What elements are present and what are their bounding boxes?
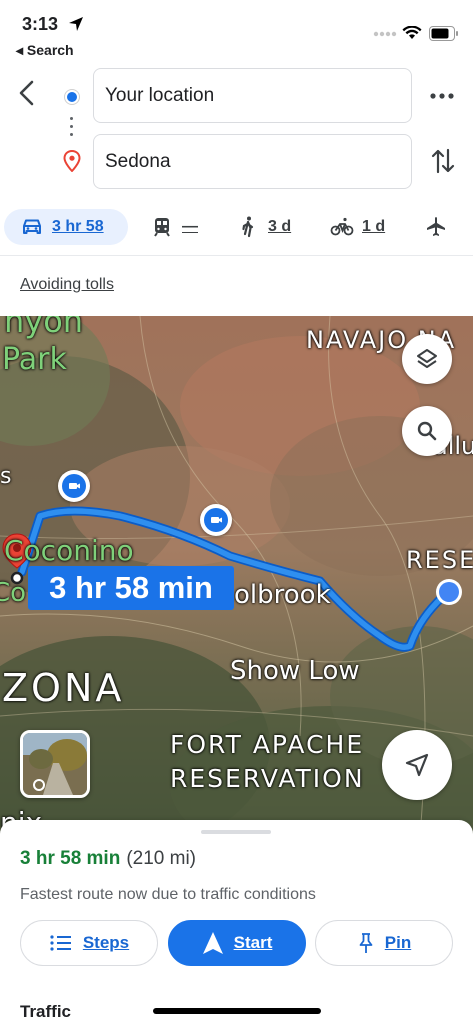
tab-walk-label: 3 d xyxy=(268,218,292,235)
navigation-arrow-icon xyxy=(202,932,223,954)
search-button[interactable] xyxy=(402,406,452,456)
tab-flight[interactable] xyxy=(424,209,448,245)
speed-camera-badge-1[interactable] xyxy=(58,470,90,502)
location-arrow-icon xyxy=(69,17,83,31)
destination-field[interactable]: Sedona xyxy=(93,134,412,189)
map-label-fort-apache: FORT APACHE xyxy=(170,730,365,759)
layers-button[interactable] xyxy=(402,334,452,384)
origin-field[interactable]: Your location xyxy=(93,68,412,123)
back-arrow-icon[interactable] xyxy=(14,78,42,108)
street-view-image xyxy=(23,733,87,795)
route-summary-sheet: 3 hr 58 min (210 mi) Fastest route now du… xyxy=(0,820,473,1024)
back-to-search-link[interactable]: ◂ Search xyxy=(16,42,74,59)
map-label-zona: ZONA xyxy=(2,666,125,710)
route-summary: 3 hr 58 min (210 mi) xyxy=(20,848,196,870)
tab-transit-label: — xyxy=(182,218,198,235)
camera-icon xyxy=(211,517,222,523)
map-label-show-low: Show Low xyxy=(230,656,360,686)
train-icon xyxy=(154,218,170,237)
navigation-button[interactable] xyxy=(382,730,452,800)
pin-button[interactable]: Pin xyxy=(315,920,453,966)
start-button-label: Start xyxy=(233,933,273,952)
tab-transit[interactable]: — xyxy=(150,209,198,245)
status-time: 3:13 xyxy=(22,14,59,34)
map-label-s: s xyxy=(0,464,12,489)
signal-dots-icon xyxy=(373,31,397,37)
traffic-section-title: Traffic xyxy=(20,1002,72,1021)
steps-button-label: Steps xyxy=(82,933,130,952)
route-duration: 3 hr 58 min xyxy=(20,848,121,869)
list-icon xyxy=(50,935,71,951)
map-label-co: Co xyxy=(0,578,27,608)
map-label-holbrook: olbrook xyxy=(234,580,331,610)
route-connector-dots xyxy=(70,117,74,141)
status-bar: 3:13 ◂ Search xyxy=(0,0,473,62)
route-options-link[interactable]: Avoiding tolls xyxy=(20,276,114,294)
start-button[interactable]: Start xyxy=(168,920,306,966)
origin-dot-icon xyxy=(65,90,79,104)
map-label-park: Park xyxy=(2,342,67,377)
tab-bike-label: 1 d xyxy=(362,218,386,235)
tab-walk[interactable]: 3 d xyxy=(236,209,291,245)
map-label-coconino: Coconino xyxy=(4,534,134,567)
layers-icon xyxy=(417,349,437,368)
steps-button[interactable]: Steps xyxy=(20,920,158,966)
satellite-map[interactable]: nyon Park NAVAJO NA allu s Coconino Co o… xyxy=(0,316,473,836)
map-label-reservation: RESERVATION xyxy=(170,764,365,793)
tab-bike[interactable]: 1 d xyxy=(330,209,385,245)
more-options-icon[interactable] xyxy=(428,84,456,108)
speed-camera-badge-2[interactable] xyxy=(200,504,232,536)
map-label-rese: RESE xyxy=(406,546,473,574)
home-indicator[interactable] xyxy=(153,1008,321,1014)
wifi-icon xyxy=(402,26,422,39)
pin-button-label: Pin xyxy=(384,933,412,952)
sheet-drag-handle[interactable] xyxy=(201,830,271,834)
tab-drive-label: 3 hr 58 xyxy=(52,218,104,235)
airplane-icon xyxy=(427,217,445,236)
swap-icon[interactable] xyxy=(430,146,456,176)
route-distance: (210 mi) xyxy=(126,848,197,869)
map-label-canyon: nyon xyxy=(4,316,84,340)
tab-drive[interactable]: 3 hr 58 xyxy=(4,209,128,245)
route-duration-label[interactable]: 3 hr 58 min xyxy=(28,566,234,610)
search-icon xyxy=(417,421,437,441)
origin-location-dot xyxy=(436,579,462,605)
route-note: Fastest route now due to traffic conditi… xyxy=(20,886,316,903)
battery-icon xyxy=(429,26,458,41)
navigation-arrow-icon xyxy=(405,753,429,777)
bicycle-icon xyxy=(330,217,354,236)
car-icon xyxy=(23,219,41,234)
walking-icon xyxy=(242,216,254,238)
pin-icon xyxy=(359,933,373,953)
camera-icon xyxy=(69,483,80,489)
street-view-thumbnail[interactable] xyxy=(20,730,90,798)
destination-pin-icon xyxy=(63,150,81,172)
travel-mode-tabs: 3 hr 58 — 3 d 1 d xyxy=(0,200,473,256)
